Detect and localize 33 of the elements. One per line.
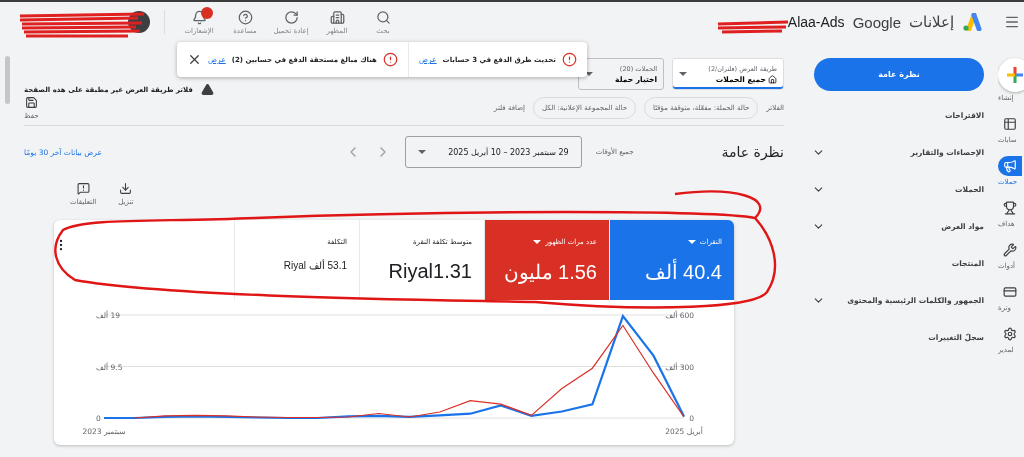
- error-icon: [382, 52, 398, 67]
- page-title: نظرة عامة: [721, 144, 784, 160]
- save-icon: [24, 96, 38, 109]
- product-name: إعلانات: [909, 13, 954, 31]
- credit-card-icon: [1003, 285, 1017, 299]
- caret-icon: [418, 150, 427, 154]
- error-icon: [561, 52, 577, 67]
- scrollbar[interactable]: [5, 56, 10, 104]
- date-range-dropdown[interactable]: 29 سبتمبر 2023 – 10 أبريل 2025: [405, 136, 582, 168]
- brand-name: Google: [852, 13, 901, 31]
- logo-icon: [962, 13, 982, 31]
- search-icon: [375, 9, 391, 25]
- nav-item[interactable]: نظرة عامة: [814, 58, 984, 91]
- menu-button[interactable]: [1004, 14, 1020, 30]
- home-icon: [768, 74, 777, 84]
- close-icon[interactable]: [187, 52, 202, 67]
- table-icon: [1003, 117, 1017, 131]
- trophy-icon: [1003, 201, 1017, 215]
- reload-icon: [283, 9, 299, 25]
- caret-icon: [687, 240, 696, 244]
- settings-icon: [1003, 327, 1017, 341]
- feedback-icon: [76, 182, 90, 195]
- help-icon: [237, 9, 253, 25]
- caret-icon: [679, 72, 687, 76]
- account-name: Alaa-Ads: [787, 14, 845, 30]
- bell-icon: [191, 9, 207, 25]
- warning-icon: [200, 83, 214, 96]
- plus-icon: [1006, 66, 1024, 84]
- megaphone-icon: [1003, 159, 1017, 173]
- wrench-icon: [1003, 243, 1017, 257]
- caret-icon: [533, 240, 542, 244]
- building-icon: [329, 9, 345, 25]
- download-icon: [119, 182, 133, 195]
